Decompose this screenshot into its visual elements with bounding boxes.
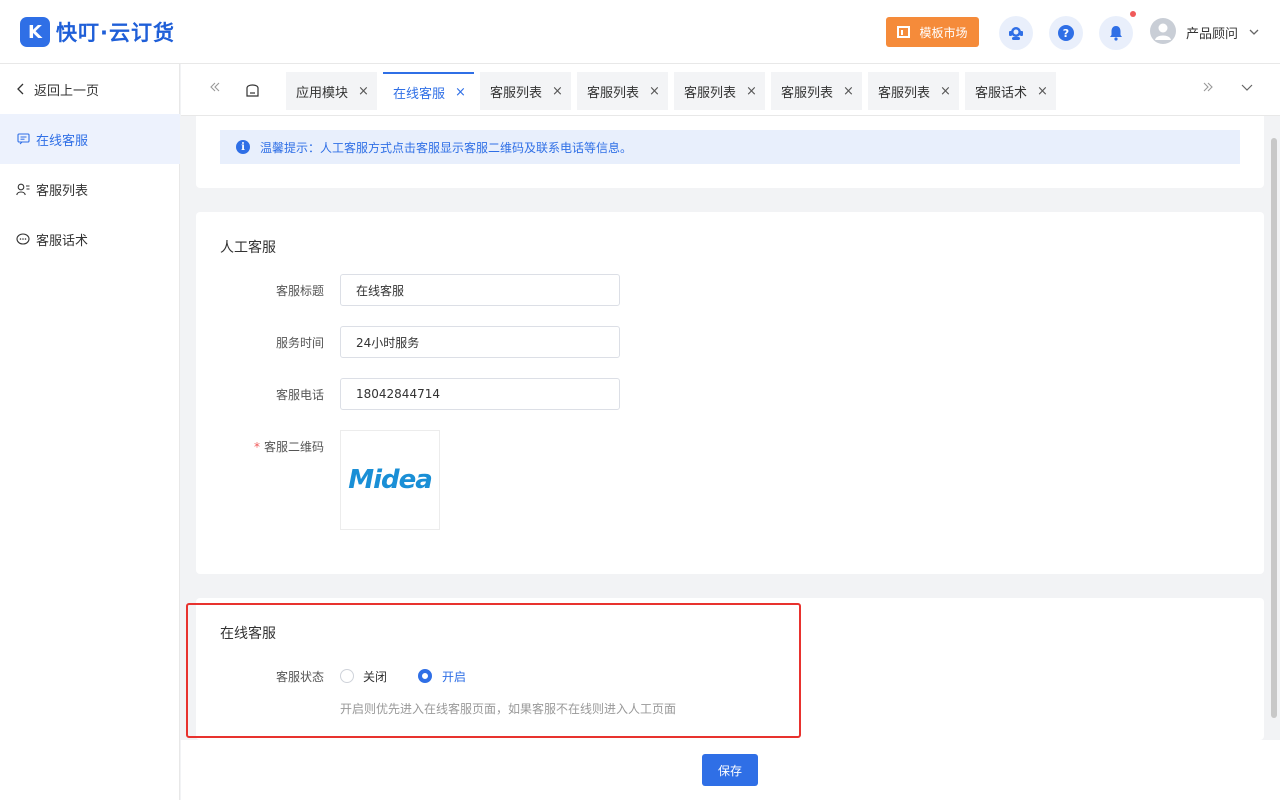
tab-service-scripts[interactable]: 客服话术 × [965,72,1056,110]
bell-icon[interactable] [1099,16,1133,50]
service-phone-input[interactable]: 18042844714 [340,378,620,410]
tab-label: 客服列表 [490,85,543,101]
tab-label: 客服列表 [878,85,931,101]
midea-logo-image: Midea [348,465,433,495]
tab-label: 客服列表 [587,85,640,101]
tab-label: 应用模块 [296,85,349,101]
top-header: K 快叮·云订货 模板市场 ? 产品顾问 [0,0,1280,64]
message-icon [16,132,30,146]
sidebar-item-service-scripts[interactable]: 客服话术 [0,214,180,264]
tab-service-list[interactable]: 客服列表 × [771,72,862,110]
sidebar-item-service-list[interactable]: 客服列表 [0,164,180,214]
user-name[interactable]: 产品顾问 [1186,23,1238,42]
tab-label: 客服话术 [975,85,1028,101]
close-icon[interactable]: × [843,84,854,99]
sidebar: 返回上一页 在线客服 客服列表 客服话术 [0,64,180,800]
chevron-left-icon [17,83,25,95]
template-market-label: 模板市场 [919,25,968,40]
sidebar-item-label: 客服列表 [36,183,89,199]
close-icon[interactable]: × [552,84,563,99]
double-chevron-right-icon[interactable] [1202,81,1214,97]
sidebar-item-label: 在线客服 [36,133,89,149]
field-label: 服务时间 [275,336,324,350]
back-button[interactable]: 返回上一页 [0,64,180,114]
tab-service-list[interactable]: 客服列表 × [868,72,959,110]
required-mark: * [253,440,260,454]
home-icon[interactable] [244,81,261,102]
tab-service-list[interactable]: 客服列表 × [577,72,668,110]
tab-service-list[interactable]: 客服列表 × [480,72,571,110]
qr-code-label-text: 客服二维码 [263,440,324,454]
close-icon[interactable]: × [358,84,369,99]
layout-icon [897,26,911,38]
info-icon: i [236,140,250,154]
close-icon[interactable]: × [746,84,757,99]
tab-service-list[interactable]: 客服列表 × [674,72,765,110]
service-title-input[interactable]: 在线客服 [340,274,620,306]
service-hours-input[interactable]: 24小时服务 [340,326,620,358]
customer-service-icon[interactable] [999,16,1033,50]
tab-app-module[interactable]: 应用模块 × [286,72,377,110]
tip-text: 温馨提示：人工客服方式点击客服显示客服二维码及联系电话等信息。 [260,140,633,155]
chevron-down-icon[interactable] [1249,25,1259,40]
svg-text:?: ? [1063,27,1069,40]
close-icon[interactable]: × [455,85,466,100]
qr-code-label: * 客服二维码 [214,438,324,455]
logo-mark-icon: K [20,17,50,47]
save-button[interactable]: 保存 [702,754,758,786]
tab-label: 客服列表 [781,85,834,101]
back-label: 返回上一页 [34,83,100,99]
user-list-icon [16,182,30,196]
section-title-manual: 人工客服 [220,240,276,256]
notification-dot [1130,11,1136,17]
chat-icon [16,232,30,246]
tab-label: 客服列表 [684,85,737,101]
app-name: 快叮·云订货 [56,21,175,45]
avatar[interactable] [1150,18,1176,44]
chevron-down-icon[interactable] [1241,81,1253,97]
close-icon[interactable]: × [940,84,951,99]
field-label: 客服电话 [275,388,324,402]
app-logo[interactable]: K 快叮·云订货 [20,17,175,47]
close-icon[interactable]: × [649,84,660,99]
close-icon[interactable]: × [1037,84,1048,99]
sidebar-item-online-service[interactable]: 在线客服 [0,114,180,164]
help-icon[interactable]: ? [1049,16,1083,50]
tip-banner: i 温馨提示：人工客服方式点击客服显示客服二维码及联系电话等信息。 [220,130,1240,164]
double-chevron-left-icon[interactable] [209,81,221,97]
qr-code-upload[interactable]: Midea [340,430,440,530]
field-label: 客服标题 [275,284,324,298]
sidebar-item-label: 客服话术 [36,233,89,249]
template-market-button[interactable]: 模板市场 [886,17,979,47]
tab-label: 在线客服 [393,86,446,102]
tab-online-service[interactable]: 在线客服 × [383,72,474,110]
scrollbar-thumb[interactable] [1271,138,1277,718]
highlight-box [186,603,801,738]
